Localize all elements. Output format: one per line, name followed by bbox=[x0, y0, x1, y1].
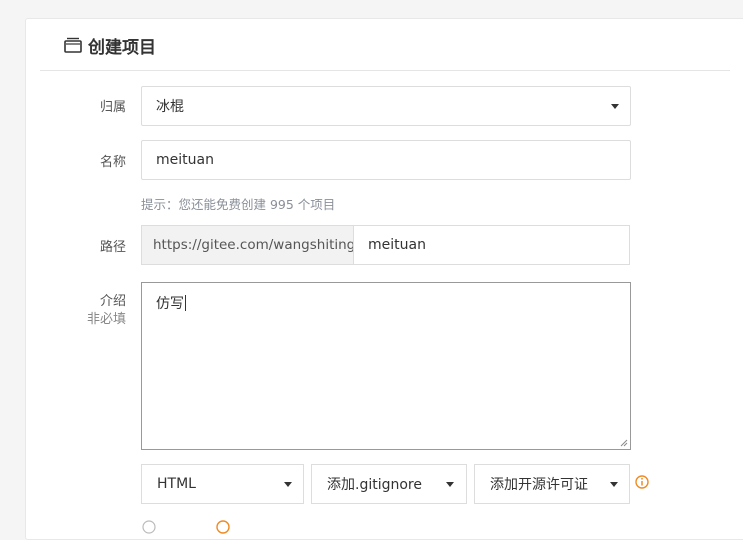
page-title-text: 创建项目 bbox=[88, 37, 156, 58]
radio-icon[interactable] bbox=[142, 520, 156, 534]
page-title: 创建项目 bbox=[64, 32, 156, 58]
chevron-down-icon bbox=[610, 482, 618, 487]
owner-select[interactable]: 冰棍 bbox=[141, 86, 631, 126]
name-input[interactable]: meituan bbox=[141, 140, 631, 180]
optional-label: 非必填 bbox=[86, 312, 126, 327]
name-input-value: meituan bbox=[156, 152, 214, 168]
language-select[interactable]: HTML bbox=[141, 464, 304, 504]
resize-grip-icon[interactable] bbox=[620, 439, 628, 447]
info-circle-icon[interactable] bbox=[635, 475, 649, 489]
owner-select-value: 冰棍 bbox=[156, 99, 184, 115]
radio-icon-selected[interactable] bbox=[216, 520, 230, 534]
description-textarea[interactable]: 仿写 bbox=[141, 282, 631, 450]
description-text: 仿写 bbox=[156, 296, 184, 312]
owner-label: 归属 bbox=[99, 100, 126, 115]
path-label: 路径 bbox=[99, 240, 126, 255]
chevron-down-icon bbox=[446, 482, 454, 487]
license-select-value: 添加开源许可证 bbox=[490, 477, 588, 493]
gitignore-select-value: 添加.gitignore bbox=[327, 477, 422, 493]
path-prefix: https://gitee.com/wangshiting/ bbox=[141, 225, 360, 265]
chevron-down-icon bbox=[284, 482, 292, 487]
license-select[interactable]: 添加开源许可证 bbox=[474, 464, 630, 504]
quota-hint: 提示：您还能免费创建 995 个项目 bbox=[141, 197, 336, 212]
text-cursor bbox=[185, 295, 186, 311]
chevron-down-icon bbox=[611, 104, 619, 109]
description-label: 介绍 bbox=[99, 294, 126, 309]
window-icon bbox=[64, 37, 82, 53]
divider bbox=[40, 70, 730, 71]
path-input[interactable]: meituan bbox=[353, 225, 630, 265]
gitignore-select[interactable]: 添加.gitignore bbox=[311, 464, 467, 504]
name-label: 名称 bbox=[99, 155, 126, 170]
language-select-value: HTML bbox=[157, 476, 196, 492]
path-input-value: meituan bbox=[368, 237, 426, 253]
